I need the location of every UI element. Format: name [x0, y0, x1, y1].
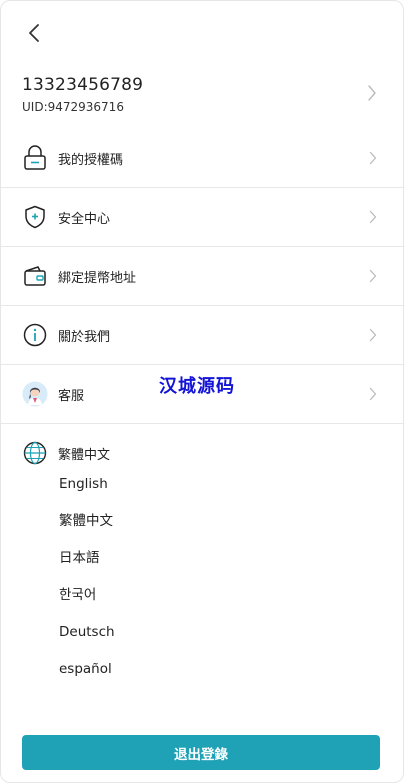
language-option-korean[interactable]: 한국어 — [59, 585, 115, 622]
wallet-icon — [22, 263, 48, 289]
language-option-german[interactable]: Deutsch — [59, 622, 115, 659]
language-option-traditional-chinese[interactable]: 繁體中文 — [59, 511, 115, 548]
chevron-right-icon — [369, 210, 377, 224]
language-option-japanese[interactable]: 日本語 — [59, 548, 115, 585]
chevron-right-icon — [369, 269, 377, 283]
current-language-label: 繁體中文 — [58, 448, 111, 463]
lock-icon — [22, 145, 48, 171]
menu-item-about-us[interactable]: 關於我們 — [1, 306, 403, 365]
menu-item-label: 我的授權碼 — [58, 153, 124, 168]
shield-icon — [22, 204, 48, 230]
chevron-left-icon — [29, 24, 39, 42]
menu-item-label: 關於我們 — [58, 330, 111, 345]
logout-button[interactable]: 退出登錄 — [22, 735, 380, 770]
language-options: English 繁體中文 日本語 한국어 Deutsch español — [59, 474, 115, 696]
language-selector[interactable]: 繁體中文 — [1, 441, 403, 465]
back-button[interactable] — [23, 21, 45, 45]
chevron-right-icon — [369, 328, 377, 342]
menu-item-withdrawal-address[interactable]: 綁定提幣地址 — [1, 247, 403, 306]
globe-icon — [22, 441, 48, 465]
menu-item-label: 綁定提幣地址 — [58, 271, 137, 286]
account-phone: 13323456789 — [22, 75, 144, 95]
menu-item-label: 客服 — [58, 389, 85, 404]
customer-service-avatar-icon — [22, 381, 48, 407]
profile-screen: 13323456789 UID:9472936716 我的授權碼 安全中心 綁定… — [0, 0, 404, 783]
watermark-text: 汉城源码 — [159, 376, 235, 397]
language-option-spanish[interactable]: español — [59, 659, 115, 696]
language-option-english[interactable]: English — [59, 474, 115, 511]
chevron-right-icon — [369, 151, 377, 165]
chevron-right-icon — [368, 85, 376, 101]
menu-item-security-center[interactable]: 安全中心 — [1, 188, 403, 247]
menu-item-authorization-code[interactable]: 我的授權碼 — [1, 129, 403, 188]
menu-item-label: 安全中心 — [58, 212, 111, 227]
account-row[interactable]: 13323456789 UID:9472936716 — [1, 69, 403, 125]
info-icon — [22, 322, 48, 348]
account-uid: UID:9472936716 — [22, 100, 124, 114]
chevron-right-icon — [369, 387, 377, 401]
